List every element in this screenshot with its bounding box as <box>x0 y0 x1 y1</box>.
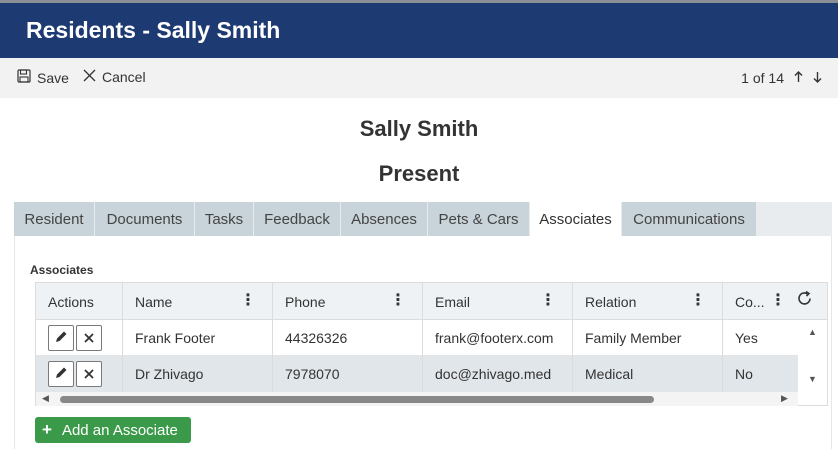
close-icon <box>83 69 96 85</box>
record-name: Sally Smith <box>359 116 479 141</box>
table-row[interactable]: Dr Zhivago 7978070 doc@zhivago.med Medic… <box>36 356 798 392</box>
tab-bar: Resident Documents Tasks Feedback Absenc… <box>14 202 832 236</box>
cell-name: Dr Zhivago <box>123 356 273 392</box>
tab-pets-cars[interactable]: Pets & Cars <box>428 202 530 236</box>
edit-button[interactable] <box>48 325 74 351</box>
tab-resident[interactable]: Resident <box>14 202 95 236</box>
tab-feedback[interactable]: Feedback <box>254 202 341 236</box>
kebab-icon[interactable]: ⋮ <box>390 293 406 309</box>
arrow-down-icon[interactable] <box>813 70 822 86</box>
column-header-actions: Actions <box>36 283 123 320</box>
pencil-icon <box>54 366 68 383</box>
associates-panel: Associates Actions Name ⋮ Phone ⋮ Email … <box>14 236 832 449</box>
column-header-relation[interactable]: Relation ⋮ <box>573 283 723 320</box>
delete-button[interactable] <box>76 361 102 387</box>
cell-phone: 44326326 <box>273 320 423 356</box>
vertical-scrollbar[interactable]: ▲ ▼ <box>798 320 827 392</box>
edit-button[interactable] <box>48 361 74 387</box>
column-header-co[interactable]: Co... ⋮ <box>723 283 798 320</box>
tab-absences[interactable]: Absences <box>341 202 428 236</box>
pencil-icon <box>54 330 68 347</box>
grid-header: Actions Name ⋮ Phone ⋮ Email ⋮ Relation … <box>36 283 827 320</box>
tab-associates[interactable]: Associates <box>530 202 622 236</box>
record-status: Present <box>378 161 460 186</box>
section-label: Associates <box>30 263 94 277</box>
add-associate-button[interactable]: + Add an Associate <box>35 417 191 443</box>
arrow-up-icon[interactable] <box>794 70 803 86</box>
cell-co: No <box>735 366 753 382</box>
title-bar: Residents - Sally Smith <box>0 3 838 58</box>
refresh-icon[interactable] <box>796 290 813 313</box>
column-header-phone[interactable]: Phone ⋮ <box>273 283 423 320</box>
scroll-left-icon[interactable]: ◀ <box>42 393 49 404</box>
kebab-icon[interactable]: ⋮ <box>240 293 256 309</box>
cell-phone: 7978070 <box>273 356 423 392</box>
associates-grid: Actions Name ⋮ Phone ⋮ Email ⋮ Relation … <box>35 282 828 406</box>
page-title: Residents - Sally Smith <box>26 17 281 43</box>
kebab-icon[interactable]: ⋮ <box>690 293 706 309</box>
cell-relation: Medical <box>573 356 723 392</box>
scroll-right-icon[interactable]: ▶ <box>781 393 788 404</box>
toolbar: Save Cancel 1 of 14 <box>0 58 838 98</box>
cell-name: Frank Footer <box>123 320 273 356</box>
column-header-email[interactable]: Email ⋮ <box>423 283 573 320</box>
save-icon <box>17 69 31 86</box>
actions-cell <box>36 356 123 392</box>
tab-documents[interactable]: Documents <box>95 202 195 236</box>
cell-relation: Family Member <box>573 320 723 356</box>
tab-tasks[interactable]: Tasks <box>195 202 254 236</box>
kebab-icon[interactable]: ⋮ <box>540 293 556 309</box>
horizontal-scrollbar[interactable]: ◀ ▶ <box>36 392 798 406</box>
cancel-label: Cancel <box>102 69 146 85</box>
add-associate-label: Add an Associate <box>61 421 178 439</box>
scroll-up-icon[interactable]: ▲ <box>808 327 817 337</box>
pager-text: 1 of 14 <box>741 70 784 86</box>
plus-icon: + <box>42 420 52 439</box>
cell-email: frank@footerx.com <box>423 320 573 356</box>
actions-cell <box>36 320 123 356</box>
record-pager: 1 of 14 <box>741 70 822 86</box>
column-header-name[interactable]: Name ⋮ <box>123 283 273 320</box>
cancel-button[interactable]: Cancel <box>83 69 146 85</box>
scroll-down-icon[interactable]: ▼ <box>808 374 817 384</box>
close-icon <box>84 330 94 346</box>
save-button[interactable]: Save <box>17 69 69 86</box>
kebab-icon[interactable]: ⋮ <box>770 293 786 309</box>
scroll-thumb[interactable] <box>60 396 654 403</box>
tab-communications[interactable]: Communications <box>622 202 757 236</box>
cell-email: doc@zhivago.med <box>423 356 573 392</box>
delete-button[interactable] <box>76 325 102 351</box>
cell-co: Yes <box>735 330 758 346</box>
save-label: Save <box>37 69 69 86</box>
table-row[interactable]: Frank Footer 44326326 frank@footerx.com … <box>36 320 798 356</box>
close-icon <box>84 366 94 382</box>
